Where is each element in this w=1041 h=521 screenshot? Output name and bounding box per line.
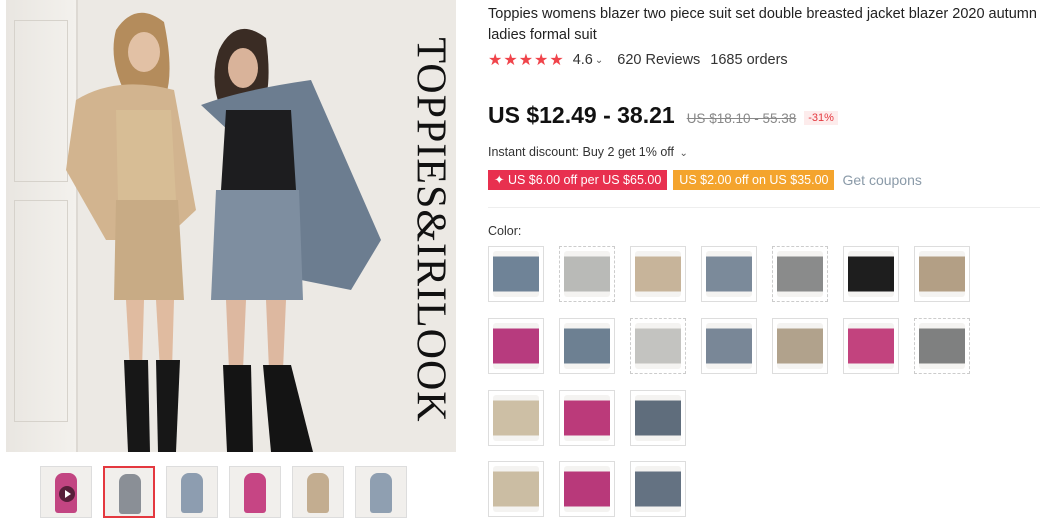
swatch-magenta-skirt-2[interactable] bbox=[559, 461, 615, 517]
swatch-image bbox=[848, 323, 894, 369]
thumbnail-6[interactable] bbox=[355, 466, 407, 518]
model-right-figure bbox=[201, 28, 381, 452]
swatch-beige-set[interactable] bbox=[630, 246, 686, 302]
thumbnail-4[interactable] bbox=[229, 466, 281, 518]
thumbnail-figure bbox=[119, 474, 141, 514]
coupon-badge-select[interactable]: US $2.00 off on US $35.00 bbox=[673, 170, 835, 190]
swatch-image bbox=[493, 323, 539, 369]
rating-row: ★★★★★ 4.6 ⌄ 620 Reviews 1685 orders bbox=[488, 50, 788, 70]
current-price: US $12.49 - 38.21 bbox=[488, 102, 675, 128]
swatch-image bbox=[919, 251, 965, 297]
reviews-link[interactable]: 620 Reviews bbox=[617, 52, 700, 68]
product-title: Toppies womens blazer two piece suit set… bbox=[488, 6, 1037, 43]
swatch-image bbox=[848, 251, 894, 297]
swatch-image bbox=[493, 395, 539, 441]
swatch-image bbox=[635, 466, 681, 512]
swatch-image bbox=[635, 395, 681, 441]
thumbnail-figure bbox=[370, 473, 392, 513]
swatch-grey-blazer[interactable] bbox=[772, 246, 828, 302]
swatch-blue-skirt-set[interactable] bbox=[559, 318, 615, 374]
swatch-image bbox=[635, 323, 681, 369]
swatch-light-grey-2[interactable] bbox=[630, 318, 686, 374]
swatch-image bbox=[777, 251, 823, 297]
thumbnail-strip bbox=[40, 466, 407, 518]
chevron-down-icon[interactable]: ⌄ bbox=[595, 55, 603, 66]
thumbnail-3[interactable] bbox=[166, 466, 218, 518]
thumbnail-1[interactable] bbox=[40, 466, 92, 518]
thumbnail-figure bbox=[307, 473, 329, 513]
swatch-image bbox=[564, 323, 610, 369]
play-icon bbox=[59, 486, 75, 502]
instant-discount-text: Instant discount: Buy 2 get 1% off bbox=[488, 145, 674, 159]
swatch-magenta-2[interactable] bbox=[843, 318, 899, 374]
swatch-image bbox=[635, 251, 681, 297]
swatch-image bbox=[564, 251, 610, 297]
instant-discount[interactable]: Instant discount: Buy 2 get 1% off ⌄ bbox=[488, 145, 688, 159]
thumbnail-figure bbox=[244, 473, 266, 513]
price-row: US $12.49 - 38.21 US $18.10 - 55.38 -31% bbox=[488, 102, 838, 129]
swatch-image bbox=[564, 466, 610, 512]
swatch-image bbox=[706, 251, 752, 297]
swatch-blue-skirt[interactable] bbox=[630, 390, 686, 446]
swatch-image bbox=[919, 323, 965, 369]
swatch-grey-skirt[interactable] bbox=[914, 318, 970, 374]
chevron-down-icon: ⌄ bbox=[679, 148, 688, 159]
swatch-black-set[interactable] bbox=[843, 246, 899, 302]
rating-stars: ★★★★★ bbox=[488, 52, 565, 69]
original-price: US $18.10 - 55.38 bbox=[686, 111, 797, 126]
coupon-badge-store[interactable]: ✦ US $6.00 off per US $65.00 bbox=[488, 170, 668, 190]
swatch-image bbox=[493, 251, 539, 297]
rating-score[interactable]: 4.6 bbox=[573, 52, 593, 68]
thumbnail-2[interactable] bbox=[103, 466, 155, 518]
get-coupons-link[interactable]: Get coupons bbox=[842, 172, 921, 188]
swatch-magenta-skirt[interactable] bbox=[559, 390, 615, 446]
brand-watermark: TOPPIES&IRILOOK bbox=[408, 37, 454, 423]
swatch-beige-skirt-2[interactable] bbox=[488, 461, 544, 517]
swatch-blue-grey-set[interactable] bbox=[488, 246, 544, 302]
main-product-image[interactable]: TOPPIES&IRILOOK bbox=[6, 0, 456, 452]
swatch-image bbox=[706, 323, 752, 369]
swatch-blue-grey-set-2[interactable] bbox=[701, 246, 757, 302]
swatch-image bbox=[777, 323, 823, 369]
swatch-khaki-set[interactable] bbox=[914, 246, 970, 302]
swatch-image bbox=[493, 466, 539, 512]
discount-badge: -31% bbox=[804, 111, 838, 125]
swatch-khaki-2[interactable] bbox=[772, 318, 828, 374]
swatch-image bbox=[564, 395, 610, 441]
swatch-blue-skirt-2[interactable] bbox=[630, 461, 686, 517]
swatch-blue-grey-3[interactable] bbox=[701, 318, 757, 374]
swatch-beige-skirt[interactable] bbox=[488, 390, 544, 446]
thumbnail-figure bbox=[181, 473, 203, 513]
swatch-magenta-set[interactable] bbox=[488, 318, 544, 374]
orders-count: 1685 orders bbox=[710, 52, 788, 68]
thumbnail-5[interactable] bbox=[292, 466, 344, 518]
swatch-light-grey-set[interactable] bbox=[559, 246, 615, 302]
color-label: Color: bbox=[488, 224, 522, 238]
coupon-row: ✦ US $6.00 off per US $65.00 US $2.00 of… bbox=[488, 170, 922, 190]
divider bbox=[488, 207, 1040, 208]
